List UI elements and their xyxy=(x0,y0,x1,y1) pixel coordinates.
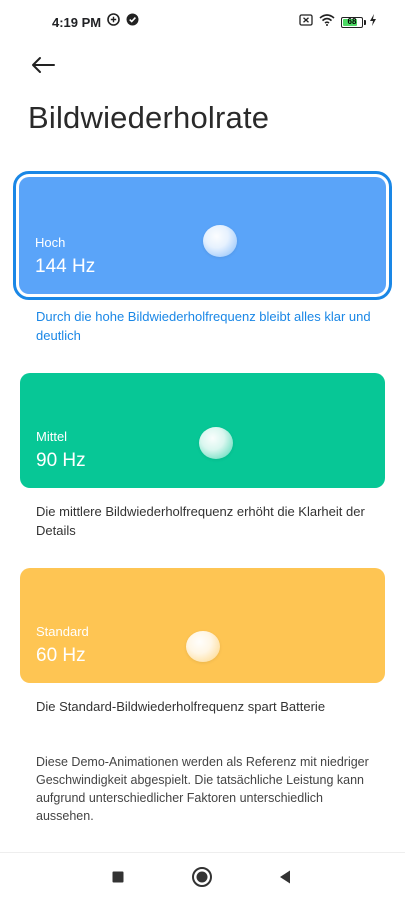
option-card-high-fill: Hoch 144 Hz xyxy=(19,177,386,294)
option-label: Mittel xyxy=(36,429,68,444)
status-bar: 4:19 PM 68 xyxy=(0,0,405,44)
charging-bolt-icon xyxy=(369,13,377,31)
check-circle-icon xyxy=(126,13,139,31)
demo-ball xyxy=(203,225,237,257)
battery-level: 68 xyxy=(347,17,357,26)
option-value: 144 Hz xyxy=(35,256,96,277)
option-description-high: Durch die hohe Bildwiederholfrequenz ble… xyxy=(36,309,371,343)
option-description-medium: Die mittlere Bildwiederholfrequenz erhöh… xyxy=(36,504,365,538)
option-card-standard[interactable]: Standard 60 Hz xyxy=(20,568,385,683)
battery-indicator: 68 xyxy=(341,16,366,28)
option-value: 90 Hz xyxy=(36,450,86,471)
option-label: Standard xyxy=(36,624,89,639)
status-right: 68 xyxy=(299,13,377,31)
back-arrow-icon xyxy=(32,57,55,73)
recents-button[interactable] xyxy=(106,865,130,889)
demo-note: Diese Demo-Animationen werden als Refere… xyxy=(36,755,369,823)
option-value: 60 Hz xyxy=(36,645,86,666)
home-circle-icon xyxy=(192,867,212,887)
data-saver-icon xyxy=(107,13,120,31)
triangle-back-icon xyxy=(280,870,290,884)
option-label: Hoch xyxy=(35,235,66,250)
status-time: 4:19 PM xyxy=(52,14,102,30)
battery-cap xyxy=(364,19,366,25)
demo-ball xyxy=(199,427,233,459)
navigation-bar xyxy=(0,852,405,900)
demo-ball xyxy=(186,631,220,662)
back-button[interactable] xyxy=(28,50,58,80)
no-sim-icon xyxy=(299,13,313,31)
wifi-icon xyxy=(319,13,335,31)
back-nav-button[interactable] xyxy=(273,865,297,889)
page-title: Bildwiederholrate xyxy=(28,100,270,135)
option-card-high[interactable]: Hoch 144 Hz xyxy=(13,171,392,300)
square-icon xyxy=(112,871,124,883)
refresh-rate-screen: 4:19 PM 68 Bildwiederholrate Hoch 144 Hz… xyxy=(0,0,405,900)
status-left: 4:19 PM xyxy=(52,13,139,31)
home-button[interactable] xyxy=(190,865,214,889)
option-description-standard: Die Standard-Bildwiederholfrequenz spart… xyxy=(36,699,326,714)
option-card-medium[interactable]: Mittel 90 Hz xyxy=(20,373,385,488)
